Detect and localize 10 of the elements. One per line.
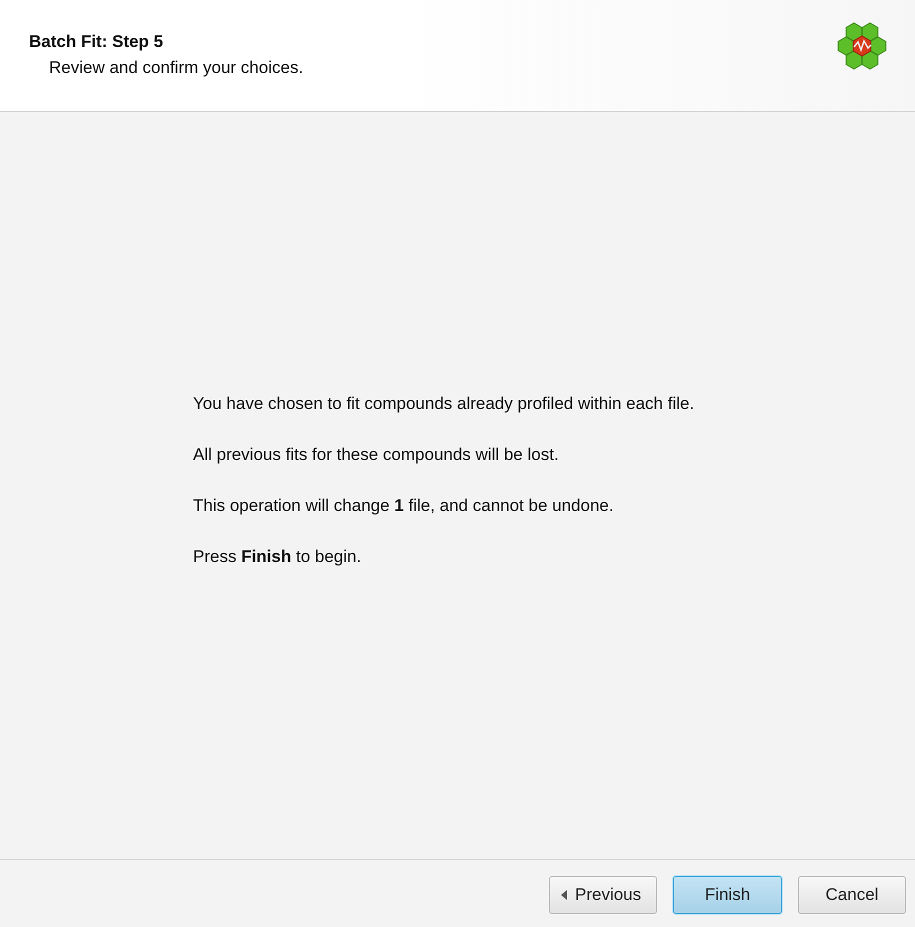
message-text: This operation will change 1 file, and cannot be undone.	[193, 496, 615, 515]
message-text: Press Finish to begin.	[193, 547, 362, 566]
cancel-button[interactable]: Cancel	[798, 876, 906, 914]
wizard-title: Batch Fit: Step 5	[29, 32, 164, 52]
message-text: All previous fits for these compounds will be lost.	[193, 445, 560, 464]
left-arrow-icon	[560, 888, 568, 900]
finish-button[interactable]: Finish	[673, 876, 782, 914]
message-text: You have chosen to fit compounds already profiled within each file.	[193, 394, 696, 413]
wizard-subtitle: Review and confirm your choices.	[49, 58, 304, 78]
previous-button[interactable]: Previous	[549, 876, 657, 914]
